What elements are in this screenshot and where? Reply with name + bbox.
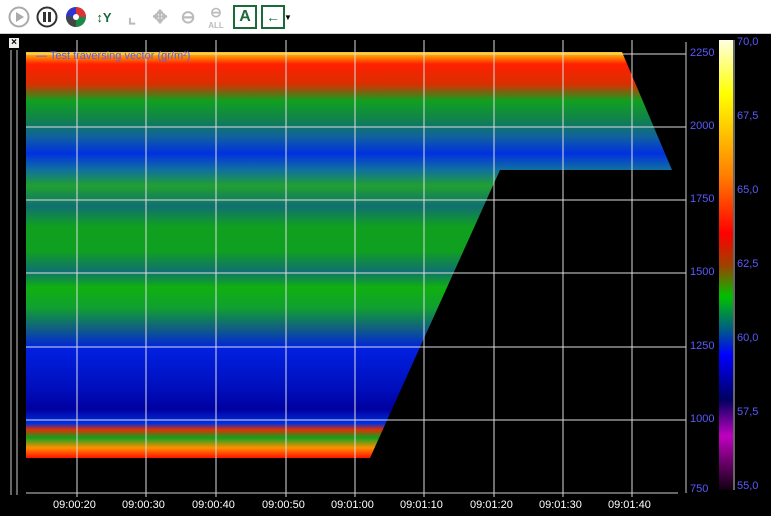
back-button[interactable]: ← xyxy=(261,5,285,29)
play-button[interactable] xyxy=(7,5,31,29)
colorbar-tick-label: 70,0 xyxy=(737,36,759,48)
color-palette-button[interactable] xyxy=(64,5,88,29)
x-tick-label: 09:01:10 xyxy=(400,499,443,511)
pan-button[interactable]: ✥ xyxy=(148,5,172,29)
zoom-out-all-icon: ⊖ xyxy=(210,4,222,20)
x-tick-label: 09:01:40 xyxy=(608,499,651,511)
chart-panel: × — Test traversing vector (gr/m²) 2250 … xyxy=(0,34,771,516)
toolbar: ↕Y ⌞ ✥ ⊖ ⊖ ALL A ← ▼ xyxy=(0,0,771,34)
y-tick-label: 1250 xyxy=(690,340,715,352)
zoom-all-label: ALL xyxy=(208,21,224,30)
zoom-out-all-button[interactable]: ⊖ ALL xyxy=(204,4,228,30)
x-tick-label: 09:01:00 xyxy=(331,499,374,511)
play-icon xyxy=(8,6,30,28)
y-tick-label: 1750 xyxy=(690,193,715,205)
x-tick-label: 09:01:30 xyxy=(539,499,582,511)
colorbar-tick-label: 65,0 xyxy=(737,184,759,196)
legend-label: Test traversing vector (gr/m²) xyxy=(49,50,191,62)
colorbar xyxy=(719,40,733,490)
back-dropdown[interactable]: ▼ xyxy=(283,5,293,29)
colorbar-tick-label: 67,5 xyxy=(737,110,759,122)
axis-button[interactable]: ⌞ xyxy=(120,5,144,29)
heatmap-area xyxy=(26,52,672,458)
y-tick-label: 1500 xyxy=(690,266,715,278)
annotation-button[interactable]: A xyxy=(233,5,257,29)
pause-icon xyxy=(36,6,58,28)
x-tick-label: 09:01:20 xyxy=(470,499,513,511)
colorbar-tick-label: 60,0 xyxy=(737,332,759,344)
axis-icon: ⌞ xyxy=(127,6,137,27)
x-tick-label: 09:00:30 xyxy=(122,499,165,511)
x-tick-label: 09:00:20 xyxy=(53,499,96,511)
colorbar-tick-label: 57,5 xyxy=(737,406,759,418)
pan-icon: ✥ xyxy=(152,6,168,27)
pause-button[interactable] xyxy=(35,5,59,29)
chevron-down-icon: ▼ xyxy=(284,12,292,22)
autoscale-y-button[interactable]: ↕Y xyxy=(92,5,116,29)
x-tick-label: 09:00:40 xyxy=(192,499,235,511)
heatmap-chart[interactable] xyxy=(0,34,771,516)
x-tick-label: 09:00:50 xyxy=(262,499,305,511)
y-tick-label: 1000 xyxy=(690,413,715,425)
y-tick-label: 2250 xyxy=(690,47,715,59)
zoom-out-icon: ⊖ xyxy=(180,6,196,27)
color-palette-icon xyxy=(66,7,86,27)
annotation-icon: A xyxy=(239,8,251,25)
colorbar-tick-label: 62,5 xyxy=(737,258,759,270)
y-tick-label: 2000 xyxy=(690,120,715,132)
autoscale-y-icon: ↕Y xyxy=(96,9,112,25)
zoom-out-button[interactable]: ⊖ xyxy=(176,5,200,29)
colorbar-tick-label: 55,0 xyxy=(737,480,759,492)
back-icon: ← xyxy=(266,9,280,25)
y-tick-label: 750 xyxy=(690,483,709,495)
legend-item[interactable]: — Test traversing vector (gr/m²) xyxy=(36,50,190,62)
